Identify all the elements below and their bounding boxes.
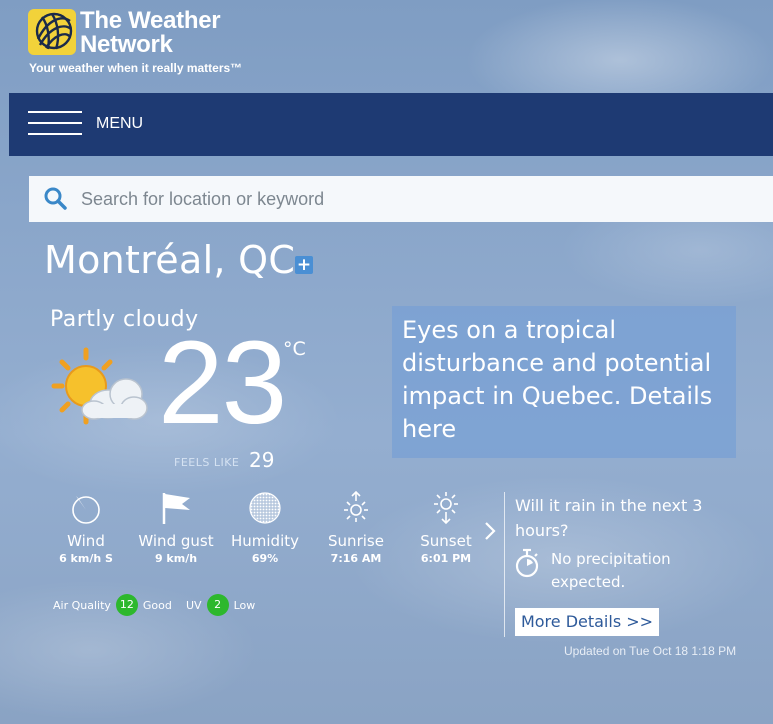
uv-index[interactable]: UV 2 Low bbox=[186, 594, 255, 616]
stat-wind: Wind 6 km/h S bbox=[41, 490, 131, 565]
location-title: Montréal, QC bbox=[44, 238, 296, 282]
stat-sunrise-label: Sunrise bbox=[328, 532, 384, 550]
feels-like-value: 29 bbox=[249, 448, 275, 472]
humidity-icon bbox=[249, 492, 281, 524]
more-details-button[interactable]: More Details >> bbox=[515, 608, 659, 636]
stat-sunrise: Sunrise 7:16 AM bbox=[311, 490, 401, 565]
temperature-unit[interactable]: °C bbox=[283, 338, 306, 360]
sun-behind-cloud-icon bbox=[51, 347, 148, 425]
rain-answer: No precipitation expected. bbox=[551, 550, 671, 591]
nav-bar: MENU bbox=[9, 93, 773, 156]
stat-wind-gust: Wind gust 9 km/h bbox=[131, 490, 221, 565]
wind-icon bbox=[72, 496, 100, 524]
brand-name-line1: The Weather bbox=[80, 7, 221, 34]
stat-sunset-label: Sunset bbox=[420, 532, 472, 550]
brand-name-line2: Network bbox=[80, 31, 173, 58]
brand-name: The Weather Network bbox=[80, 7, 221, 58]
stat-humidity-value: 69% bbox=[251, 552, 279, 565]
chevron-right-icon[interactable] bbox=[483, 520, 497, 542]
search-icon[interactable] bbox=[43, 186, 69, 212]
add-favourite-icon[interactable]: + bbox=[295, 256, 313, 274]
air-quality-label: Air Quality bbox=[53, 598, 111, 612]
globe-logo-icon bbox=[28, 9, 76, 55]
stat-wind-label: Wind bbox=[67, 532, 105, 550]
stat-wind-gust-label: Wind gust bbox=[138, 532, 214, 550]
air-quality-rating: Good bbox=[142, 598, 172, 612]
menu-label[interactable]: MENU bbox=[96, 115, 143, 133]
rain-question: Will it rain in the next 3 hours? bbox=[515, 496, 703, 540]
hamburger-menu-icon[interactable] bbox=[28, 111, 82, 137]
uv-label: UV bbox=[186, 598, 202, 612]
air-quality-badge: 12 bbox=[115, 594, 138, 616]
temperature-value: 23 bbox=[158, 317, 287, 449]
updated-timestamp: Updated on Tue Oct 18 1:18 PM bbox=[564, 644, 737, 658]
uv-rating: Low bbox=[233, 598, 256, 612]
feels-like-label: FEELS LIKE bbox=[174, 456, 240, 469]
wind-gust-flag-icon bbox=[162, 493, 190, 524]
stat-sunset-value: 6:01 PM bbox=[420, 552, 472, 565]
panel-divider bbox=[504, 492, 505, 637]
stat-humidity: Humidity 69% bbox=[220, 490, 310, 565]
brand-logo[interactable]: The Weather Network bbox=[28, 7, 221, 58]
sunrise-icon bbox=[344, 490, 368, 522]
weather-alert-link[interactable]: Eyes on a tropical disturbance and poten… bbox=[392, 306, 736, 458]
stat-humidity-label: Humidity bbox=[230, 532, 299, 550]
search-input[interactable] bbox=[81, 188, 681, 210]
stopwatch-icon bbox=[515, 548, 539, 578]
stat-wind-value: 6 km/h S bbox=[59, 552, 113, 565]
stat-wind-gust-value: 9 km/h bbox=[154, 552, 198, 565]
sunset-icon bbox=[434, 492, 458, 525]
stat-sunrise-value: 7:16 AM bbox=[330, 552, 382, 565]
brand-tagline: Your weather when it really matters™ bbox=[29, 61, 243, 75]
uv-badge: 2 bbox=[206, 594, 229, 616]
search-bar bbox=[29, 176, 773, 222]
air-quality[interactable]: Air Quality 12 Good bbox=[53, 594, 172, 616]
stat-sunset: Sunset 6:01 PM bbox=[401, 490, 491, 565]
